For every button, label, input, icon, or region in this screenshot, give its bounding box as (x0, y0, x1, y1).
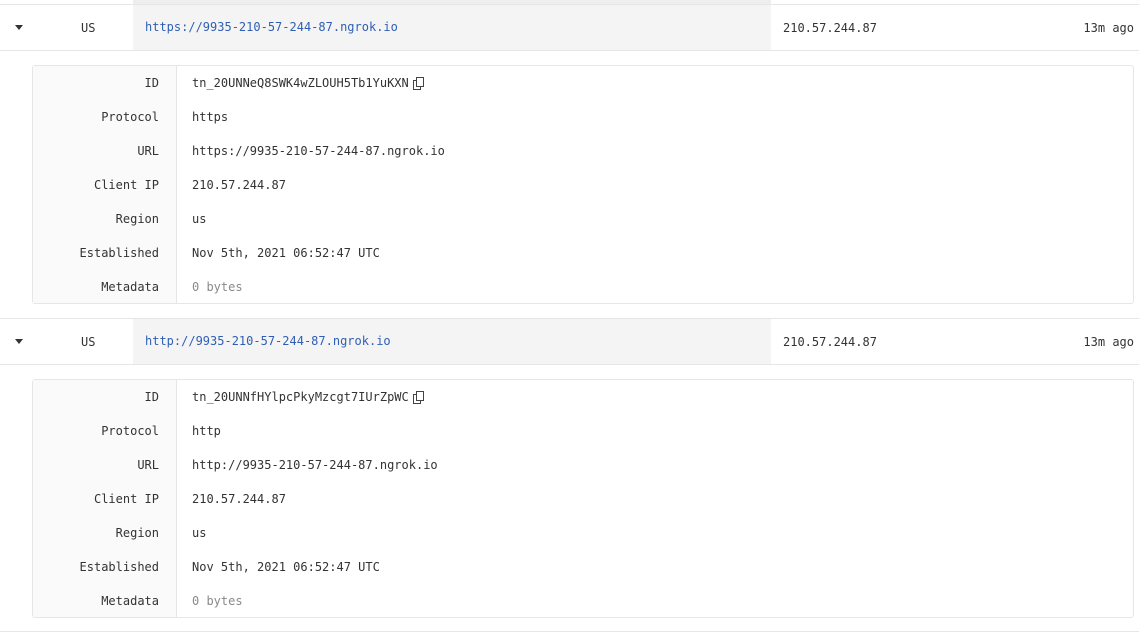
divider (0, 631, 1139, 632)
detail-row-metadata: Metadata 0 bytes (33, 270, 1133, 304)
tunnel-url-link[interactable]: http://9935-210-57-244-87.ngrok.io (145, 319, 391, 364)
detail-label: Region (115, 212, 159, 226)
detail-value-metadata: 0 bytes (192, 280, 243, 294)
tunnel-age: 13m ago (1083, 335, 1134, 349)
chevron-down-icon[interactable] (15, 24, 23, 30)
detail-label: URL (137, 144, 159, 158)
detail-value-id: tn_20UNNfHYlpcPkyMzcgt7IUrZpWC (192, 380, 424, 414)
detail-value-metadata: 0 bytes (192, 594, 243, 608)
detail-value-established: Nov 5th, 2021 06:52:47 UTC (192, 560, 380, 574)
id-text: tn_20UNNeQ8SWK4wZLOUH5Tb1YuKXN (192, 76, 409, 90)
detail-row-protocol: Protocol https (33, 100, 1133, 134)
tunnel-url-link[interactable]: https://9935-210-57-244-87.ngrok.io (145, 5, 398, 50)
detail-label: Client IP (93, 492, 159, 506)
detail-row-metadata: Metadata 0 bytes (33, 584, 1133, 618)
client-ip: 210.57.244.87 (783, 335, 877, 349)
detail-label: ID (144, 390, 159, 404)
detail-label: Metadata (101, 280, 159, 294)
detail-value-url: https://9935-210-57-244-87.ngrok.io (192, 144, 445, 158)
detail-row-client-ip: Client IP 210.57.244.87 (33, 482, 1133, 516)
detail-value-region: us (192, 212, 207, 226)
detail-row-region: Region us (33, 516, 1133, 550)
detail-label: Established (79, 560, 159, 574)
detail-row-region: Region us (33, 202, 1133, 236)
detail-value-client-ip: 210.57.244.87 (192, 492, 286, 506)
detail-label: ID (144, 76, 159, 90)
detail-value-established: Nov 5th, 2021 06:52:47 UTC (192, 246, 380, 260)
detail-label: Established (79, 246, 159, 260)
detail-row-id: ID tn_20UNNfHYlpcPkyMzcgt7IUrZpWC (33, 380, 1133, 414)
detail-value-region: us (192, 526, 207, 540)
chevron-down-icon[interactable] (15, 338, 23, 344)
detail-label: Protocol (101, 110, 159, 124)
client-ip: 210.57.244.87 (783, 21, 877, 35)
detail-label: URL (137, 458, 159, 472)
detail-label: Metadata (101, 594, 159, 608)
detail-row-url: URL https://9935-210-57-244-87.ngrok.io (33, 134, 1133, 168)
detail-value-id: tn_20UNNeQ8SWK4wZLOUH5Tb1YuKXN (192, 66, 424, 100)
detail-value-protocol: https (192, 110, 229, 124)
copy-icon[interactable] (412, 391, 424, 404)
tunnel-age: 13m ago (1083, 21, 1134, 35)
id-text: tn_20UNNfHYlpcPkyMzcgt7IUrZpWC (192, 390, 409, 404)
tunnel-details-card: ID tn_20UNNeQ8SWK4wZLOUH5Tb1YuKXN Protoc… (32, 65, 1134, 304)
tunnel-details-card: ID tn_20UNNfHYlpcPkyMzcgt7IUrZpWC Protoc… (32, 379, 1134, 618)
detail-label: Client IP (93, 178, 159, 192)
tunnels-page: US https://9935-210-57-244-87.ngrok.io 2… (0, 0, 1139, 634)
copy-icon[interactable] (412, 77, 424, 90)
detail-row-protocol: Protocol http (33, 414, 1133, 448)
url-cell: http://9935-210-57-244-87.ngrok.io (133, 319, 771, 364)
detail-label: Protocol (101, 424, 159, 438)
tunnel-row[interactable]: US http://9935-210-57-244-87.ngrok.io 21… (0, 318, 1139, 365)
detail-row-client-ip: Client IP 210.57.244.87 (33, 168, 1133, 202)
tunnel-row[interactable]: US https://9935-210-57-244-87.ngrok.io 2… (0, 4, 1139, 51)
detail-value-client-ip: 210.57.244.87 (192, 178, 286, 192)
detail-row-id: ID tn_20UNNeQ8SWK4wZLOUH5Tb1YuKXN (33, 66, 1133, 100)
url-cell: https://9935-210-57-244-87.ngrok.io (133, 5, 771, 50)
detail-label: Region (115, 526, 159, 540)
detail-row-established: Established Nov 5th, 2021 06:52:47 UTC (33, 550, 1133, 584)
region-code: US (81, 21, 96, 35)
region-code: US (81, 335, 96, 349)
detail-value-protocol: http (192, 424, 221, 438)
detail-value-url: http://9935-210-57-244-87.ngrok.io (192, 458, 438, 472)
detail-row-established: Established Nov 5th, 2021 06:52:47 UTC (33, 236, 1133, 270)
detail-row-url: URL http://9935-210-57-244-87.ngrok.io (33, 448, 1133, 482)
